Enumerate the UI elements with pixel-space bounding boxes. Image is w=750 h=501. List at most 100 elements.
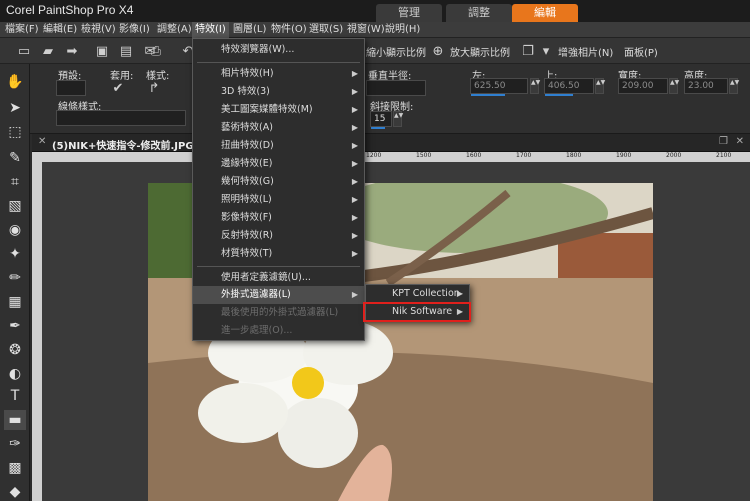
menu-item-reflection-effects[interactable]: 反射特效(R) ▶ bbox=[193, 227, 364, 245]
height-field[interactable]: 23.00 bbox=[684, 78, 728, 94]
document-tab[interactable]: ✕ (5)NIK+快速指令-修改前.JPG @ 2 ❐ ✕ bbox=[32, 134, 750, 152]
clone-icon[interactable]: ❂ bbox=[4, 340, 26, 360]
effects-menu-dropdown: 特效瀏覽器(W)... 相片特效(H) ▶ 3D 特效(3) ▶ 美工圖案媒體特效(… bbox=[192, 38, 365, 341]
menu-select[interactable]: 選取(S) bbox=[306, 22, 346, 38]
pan-hand-icon[interactable]: ✋ bbox=[4, 72, 26, 92]
rectangle-icon[interactable]: ▬ bbox=[4, 410, 26, 430]
menu-item-distortion-effects[interactable]: 扭曲特效(D) ▶ bbox=[193, 137, 364, 155]
tool-options-palette: 預設: 套用: ✔ 樣式: ↱ 線條樣式: 垂直半徑: 斜接限制: 15 ▲▼ … bbox=[0, 64, 750, 134]
menu-item-art-media-effects[interactable]: 美工圖案媒體特效(M) ▶ bbox=[193, 101, 364, 119]
restore-icon[interactable]: ❐ bbox=[719, 136, 728, 147]
tab-edit[interactable]: 編輯 bbox=[512, 4, 578, 22]
menu-image[interactable]: 影像(I) bbox=[116, 22, 153, 38]
dropper-icon[interactable]: ✎ bbox=[4, 148, 26, 168]
menu-edit[interactable]: 編輯(E) bbox=[40, 22, 80, 38]
tab-manage[interactable]: 管理 bbox=[376, 4, 442, 22]
style-icon[interactable]: ↱ bbox=[144, 78, 164, 98]
close-window-icon[interactable]: ✕ bbox=[736, 136, 744, 147]
menu-item-further-processing[interactable]: 進一步處理(O)... bbox=[193, 322, 364, 340]
submenu-arrow-icon: ▶ bbox=[351, 195, 358, 204]
top-spinner[interactable]: ▲▼ bbox=[595, 78, 605, 94]
ruler-h-tick: 1900 bbox=[616, 152, 632, 159]
width-value: 209.00 bbox=[622, 81, 654, 91]
line-style-field[interactable] bbox=[56, 110, 186, 126]
zoom-in-label[interactable]: 放大顯示比例 bbox=[450, 44, 510, 59]
menu-help[interactable]: 說明(H) bbox=[382, 22, 423, 38]
menu-effects[interactable]: 特效(I) bbox=[192, 22, 229, 38]
submenu-arrow-icon: ▶ bbox=[351, 87, 358, 96]
crop-icon[interactable]: ⌗ bbox=[4, 172, 26, 192]
close-icon[interactable]: ✕ bbox=[38, 136, 46, 147]
menu-separator bbox=[197, 266, 360, 267]
open-folder-icon[interactable]: ▰ bbox=[38, 41, 58, 61]
menu-item-photo-effects[interactable]: 相片特效(H) ▶ bbox=[193, 65, 364, 83]
zoom-out-label[interactable]: 縮小顯示比例 bbox=[366, 44, 426, 59]
left-spinner[interactable]: ▲▼ bbox=[530, 78, 540, 94]
zoom-in-icon[interactable]: ⊕ bbox=[428, 41, 448, 61]
pen-icon[interactable]: ✒ bbox=[4, 316, 26, 336]
menu-objects[interactable]: 物件(O) bbox=[268, 22, 310, 38]
menu-item-illumination-effects[interactable]: 照明特效(L) ▶ bbox=[193, 191, 364, 209]
menu-item-artistic-effects[interactable]: 藝術特效(A) ▶ bbox=[193, 119, 364, 137]
preset-dropdown[interactable] bbox=[56, 80, 86, 96]
tools-palette: ✋ ➤ ⬚ ✎ ⌗ ▧ ◉ ✦ ✏ ▦ ✒ ❂ ◐ T ▬ ✑ ▩ ◆ bbox=[0, 64, 30, 501]
makeover-icon[interactable]: ✦ bbox=[4, 244, 26, 264]
pencil-icon[interactable]: ✑ bbox=[4, 434, 26, 454]
standard-toolbar: ▭ ▰ ➡ ▣ ▤ ✉ ⎙ ↶ 縮小顯示比例 ⊕ 放大顯示比例 ❐ ▾ 增強相片… bbox=[0, 38, 750, 64]
height-spinner[interactable]: ▲▼ bbox=[729, 78, 739, 94]
save-icon[interactable]: ▣ bbox=[92, 41, 112, 61]
vertical-radius-field[interactable] bbox=[366, 80, 426, 96]
red-eye-icon[interactable]: ◉ bbox=[4, 220, 26, 240]
menu-item-effect-browser[interactable]: 特效瀏覽器(W)... bbox=[193, 41, 364, 59]
menu-item-geometric-effects[interactable]: 幾何特效(G) ▶ bbox=[193, 173, 364, 191]
tab-adjust[interactable]: 調整 bbox=[446, 4, 512, 22]
menu-item-image-effects[interactable]: 影像特效(F) ▶ bbox=[193, 209, 364, 227]
ruler-h-tick: 1200 bbox=[366, 152, 382, 159]
menu-item-3d-effects[interactable]: 3D 特效(3) ▶ bbox=[193, 83, 364, 101]
submenu-arrow-icon: ▶ bbox=[351, 213, 358, 222]
top-field[interactable]: 406.50 bbox=[544, 78, 594, 96]
palettes-menu[interactable]: 面板(P) bbox=[624, 44, 658, 59]
mesh-warp-icon[interactable]: ▩ bbox=[4, 458, 26, 478]
miter-limit-value: 15 bbox=[374, 114, 386, 124]
menu-layers[interactable]: 圖層(L) bbox=[230, 22, 269, 38]
new-file-icon[interactable]: ▭ bbox=[14, 41, 34, 61]
left-field[interactable]: 625.50 bbox=[470, 78, 528, 96]
browse-arrow-icon[interactable]: ➡ bbox=[62, 41, 82, 61]
menu-item-kpt-collection[interactable]: KPT Collection ▶ bbox=[366, 285, 469, 303]
width-spinner[interactable]: ▲▼ bbox=[669, 78, 679, 94]
width-field[interactable]: 209.00 bbox=[618, 78, 668, 94]
vertical-ruler bbox=[32, 152, 42, 501]
menu-adjust[interactable]: 調整(A) bbox=[154, 22, 195, 38]
pick-arrow-icon[interactable]: ➤ bbox=[4, 98, 26, 118]
chevron-down-icon[interactable]: ▾ bbox=[536, 41, 556, 61]
brush-icon[interactable]: ✏ bbox=[4, 268, 26, 288]
checkmark-icon[interactable]: ✔ bbox=[108, 78, 128, 98]
menu-view[interactable]: 檢視(V) bbox=[78, 22, 119, 38]
menu-item-texture-effects[interactable]: 材質特效(T) ▶ bbox=[193, 245, 364, 263]
submenu-arrow-icon: ▶ bbox=[351, 141, 358, 150]
document-icon[interactable]: ❐ bbox=[518, 41, 538, 61]
print-icon[interactable]: ⎙ bbox=[146, 41, 166, 61]
miter-limit-field[interactable]: 15 bbox=[370, 111, 392, 129]
miter-limit-spinner[interactable]: ▲▼ bbox=[393, 111, 403, 127]
gradient-icon[interactable]: ▦ bbox=[4, 292, 26, 312]
ruler-h-tick: 2100 bbox=[716, 152, 732, 159]
retouch-icon[interactable]: ◐ bbox=[4, 364, 26, 384]
save-as-icon[interactable]: ▤ bbox=[116, 41, 136, 61]
ruler-h-tick: 1600 bbox=[466, 152, 482, 159]
submenu-arrow-icon: ▶ bbox=[351, 290, 358, 299]
menu-file[interactable]: 檔案(F) bbox=[2, 22, 42, 38]
menu-item-plugin-filters[interactable]: 外掛式過濾器(L) ▶ bbox=[193, 286, 364, 304]
submenu-arrow-icon: ▶ bbox=[351, 249, 358, 258]
enhance-photo-menu[interactable]: 增強相片(N) bbox=[558, 44, 613, 59]
menu-item-edge-effects[interactable]: 邊緣特效(E) ▶ bbox=[193, 155, 364, 173]
submenu-arrow-icon: ▶ bbox=[351, 159, 358, 168]
eraser-icon[interactable]: ◆ bbox=[4, 482, 26, 501]
selection-icon[interactable]: ⬚ bbox=[4, 122, 26, 142]
straighten-icon[interactable]: ▧ bbox=[4, 196, 26, 216]
menu-item-user-defined-filter[interactable]: 使用者定義濾鏡(U)... bbox=[193, 269, 364, 287]
menu-item-last-plugin-filter[interactable]: 最後使用的外掛式過濾器(L) bbox=[193, 304, 364, 322]
height-value: 23.00 bbox=[688, 81, 714, 91]
text-icon[interactable]: T bbox=[4, 386, 26, 406]
